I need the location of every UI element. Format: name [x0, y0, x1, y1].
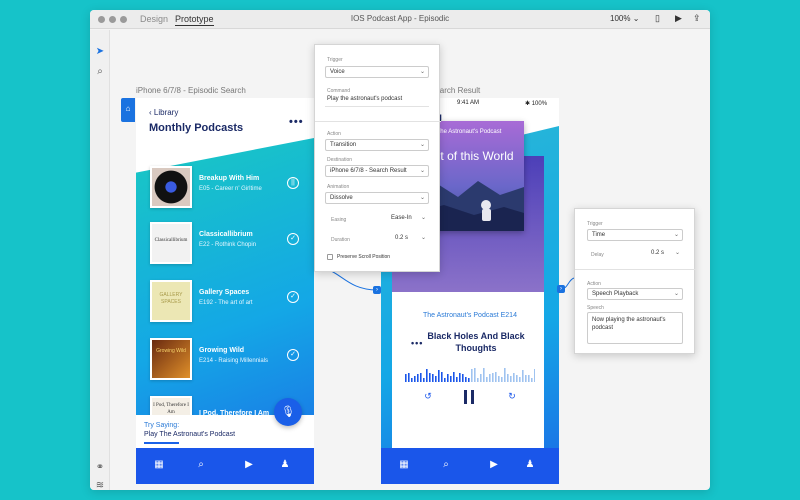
- delay-value: 0.2 s: [651, 250, 665, 256]
- action-label: Action: [327, 131, 341, 137]
- action-dropdown[interactable]: Transition ⌄: [325, 139, 429, 151]
- easing-dropdown[interactable]: Ease-In ⌄: [387, 213, 429, 225]
- wire-handle[interactable]: ›: [557, 285, 565, 293]
- trigger-value: Voice: [330, 69, 345, 75]
- voice-trigger-popover: Trigger Voice ⌄ Command Play the astronau…: [314, 44, 441, 272]
- action-value: Speech Playback: [592, 291, 639, 297]
- divider: [315, 121, 441, 122]
- chevron-down-icon: ⌄: [420, 235, 426, 241]
- easing-value: Ease-In: [391, 215, 412, 221]
- chevron-down-icon: ⌄: [419, 195, 425, 201]
- destination-label: Destination: [327, 157, 353, 163]
- animation-label: Animation: [327, 184, 350, 190]
- duration-label: Duration: [331, 237, 350, 243]
- speech-label: Speech: [587, 305, 604, 311]
- destination-dropdown[interactable]: iPhone 6/7/8 - Search Result ⌄: [325, 165, 429, 177]
- trigger-label: Trigger: [587, 221, 603, 227]
- command-label: Command: [327, 88, 351, 94]
- trigger-dropdown[interactable]: Voice ⌄: [325, 66, 429, 78]
- action-value: Transition: [330, 142, 357, 148]
- chevron-down-icon: ⌄: [419, 142, 425, 148]
- divider: [325, 106, 429, 107]
- animation-value: Dissolve: [330, 195, 353, 201]
- trigger-label: Trigger: [327, 57, 343, 63]
- divider: [575, 269, 696, 270]
- delay-dropdown[interactable]: 0.2 s ⌄: [647, 248, 683, 260]
- action-label: Action: [587, 281, 601, 287]
- animation-dropdown[interactable]: Dissolve ⌄: [325, 192, 429, 204]
- delay-label: Delay: [591, 252, 604, 258]
- chevron-down-icon: ⌄: [419, 168, 425, 174]
- chevron-down-icon: ⌄: [419, 69, 425, 75]
- wire-handle[interactable]: ›: [373, 286, 381, 294]
- duration-value: 0.2 s: [395, 235, 409, 241]
- preserve-scroll-checkbox[interactable]: [327, 254, 333, 260]
- chevron-down-icon: ⌄: [420, 215, 426, 221]
- time-trigger-popover: Trigger Time ⌄ Delay 0.2 s ⌄ Action Speech…: [574, 208, 696, 354]
- chevron-down-icon: ⌄: [674, 250, 680, 256]
- duration-dropdown[interactable]: 0.2 s ⌄: [391, 233, 429, 245]
- trigger-dropdown[interactable]: Time ⌄: [587, 229, 683, 241]
- action-dropdown[interactable]: Speech Playback ⌄: [587, 288, 683, 300]
- chevron-down-icon: ⌄: [673, 291, 679, 297]
- speech-textarea[interactable]: Now playing the astronaut's podcast: [587, 312, 683, 344]
- easing-label: Easing: [331, 217, 347, 223]
- trigger-value: Time: [592, 232, 606, 238]
- preserve-scroll-label: Preserve Scroll Position: [337, 254, 391, 260]
- chevron-down-icon: ⌄: [673, 232, 679, 238]
- destination-value: iPhone 6/7/8 - Search Result: [330, 168, 407, 174]
- command-input[interactable]: Play the astronaut's podcast: [327, 96, 402, 102]
